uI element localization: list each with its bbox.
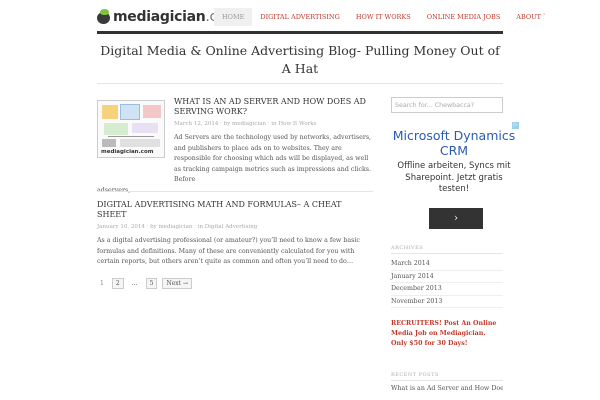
post-meta: March 12, 2014 · by mediagician · in How… xyxy=(174,121,317,127)
post-date: January 10, 2014 xyxy=(97,224,145,230)
recent-posts-heading: Recent Posts xyxy=(391,372,439,378)
page-2[interactable]: 2 xyxy=(111,278,124,289)
logo-text: mediagician xyxy=(113,9,206,25)
recent-divider xyxy=(391,380,503,381)
post-ad-server: mediagician.com What is an Ad Server and… xyxy=(97,97,373,196)
nav-about-label: About xyxy=(516,13,542,21)
post-date: March 12, 2014 xyxy=(174,121,219,127)
post-author[interactable]: mediagician xyxy=(232,121,266,127)
post-category[interactable]: How It Works xyxy=(278,121,316,127)
page-5[interactable]: 5 xyxy=(145,278,158,289)
search-input[interactable]: Search for... Chewbacca? xyxy=(391,97,503,113)
ad-arrow-button[interactable]: › xyxy=(429,208,483,229)
next-page-button[interactable]: Next → xyxy=(162,278,193,289)
archives-heading: Archives xyxy=(391,245,424,251)
site-header: mediagician.com Home Digital Advertising… xyxy=(0,0,600,33)
meta-in: in xyxy=(271,121,277,127)
main-nav: Home Digital Advertising How It Works On… xyxy=(214,8,554,26)
site-tagline: Digital Media & Online Advertising Blog-… xyxy=(100,43,500,76)
post-excerpt: Ad Servers are the technology used by ne… xyxy=(174,134,372,183)
recent-posts-list: What is an Ad Server and How Does Ad Ser… xyxy=(391,384,503,395)
tagline-divider xyxy=(97,83,503,84)
recruiters-promo-link[interactable]: RECRUITERS! Post An Online Media Job on … xyxy=(391,319,503,349)
post-excerpt: As a digital advertising professional (o… xyxy=(97,237,360,265)
nav-about[interactable]: About ˅ xyxy=(508,8,553,26)
archives-divider xyxy=(391,253,503,254)
meta-in: in xyxy=(197,224,204,230)
post-math-formulas: Digital Advertising Math and Formulas– A… xyxy=(97,200,373,268)
post-author[interactable]: mediagician xyxy=(158,224,192,230)
post-meta: January 10, 2014 · by mediagician · in D… xyxy=(97,224,258,230)
thumb-caption: mediagician.com xyxy=(101,149,154,155)
ad-text: Offline arbeiten, Syncs mit Sharepoint. … xyxy=(397,161,511,194)
archive-item[interactable]: March 2014 xyxy=(391,258,503,271)
chevron-down-icon: ˅ xyxy=(543,13,546,19)
sidebar-ad[interactable]: ▷ Microsoft Dynamics CRM Offline arbeite… xyxy=(391,122,521,230)
archive-item[interactable]: January 2014 xyxy=(391,271,503,283)
meta-by: by xyxy=(223,121,231,127)
pagination: 1 2 … 5 Next → xyxy=(97,278,197,289)
nav-how-it-works[interactable]: How It Works xyxy=(348,8,419,26)
post-divider xyxy=(97,191,373,192)
nav-digital-advertising[interactable]: Digital Advertising xyxy=(252,8,347,26)
archive-item[interactable]: November 2013 xyxy=(391,296,503,308)
nav-online-media-jobs[interactable]: Online Media Jobs xyxy=(419,8,509,26)
meta-by: by xyxy=(150,224,157,230)
post-title[interactable]: What is an Ad Server and How Does Ad Ser… xyxy=(174,97,373,117)
page-1: 1 xyxy=(100,280,104,287)
post-category[interactable]: Digital Advertising xyxy=(205,224,258,230)
post-thumbnail[interactable]: mediagician.com xyxy=(97,100,165,158)
header-divider xyxy=(97,31,503,34)
ad-title[interactable]: Microsoft Dynamics CRM xyxy=(391,128,517,158)
archives-list: March 2014 January 2014 December 2013 No… xyxy=(391,258,503,308)
archive-item[interactable]: December 2013 xyxy=(391,283,503,296)
recent-post-item[interactable]: What is an Ad Server and How Does Ad Ser… xyxy=(391,384,503,395)
page-ellipsis: … xyxy=(131,280,138,287)
post-title[interactable]: Digital Advertising Math and Formulas– A… xyxy=(97,200,373,220)
logo-icon xyxy=(97,9,111,24)
nav-home[interactable]: Home xyxy=(214,8,253,26)
